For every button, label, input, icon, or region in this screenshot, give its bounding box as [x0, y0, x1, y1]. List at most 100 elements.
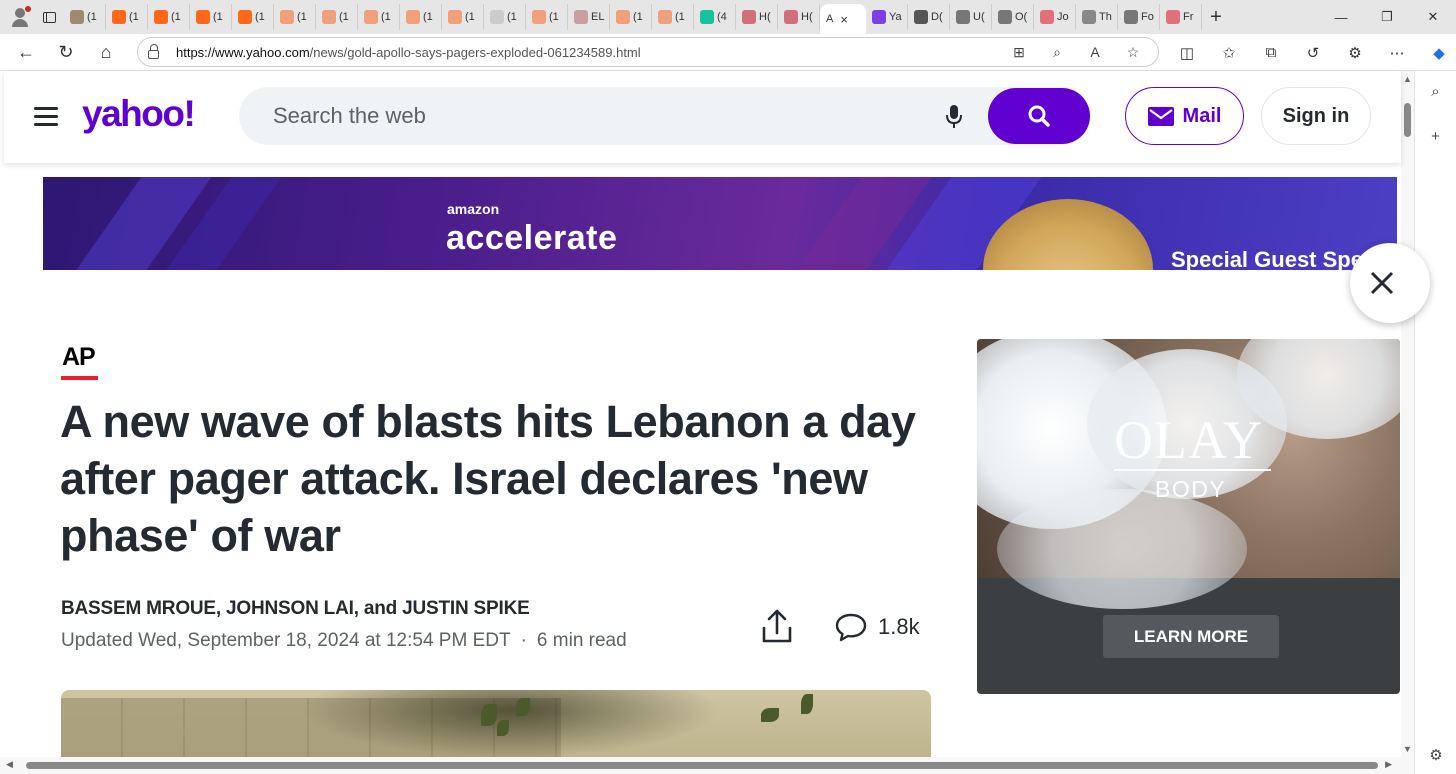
browser-tab[interactable]: (1: [442, 4, 484, 30]
substack-icon: [616, 10, 630, 24]
browser-tab[interactable]: (1: [148, 4, 190, 30]
url-text[interactable]: https://www.yahoo.com/news/gold-apollo-s…: [176, 45, 1002, 60]
yahoo-logo[interactable]: yahoo!: [82, 93, 196, 135]
browser-tab[interactable]: O(: [992, 4, 1034, 30]
browser-tab[interactable]: (1: [106, 4, 148, 30]
search-button[interactable]: [988, 88, 1090, 144]
copilot-icon[interactable]: ◆: [1418, 44, 1456, 62]
browser-tab-label: (1: [381, 11, 391, 23]
browser-tab[interactable]: (1: [274, 4, 316, 30]
home-icon[interactable]: ⌂: [86, 36, 126, 68]
browser-tab[interactable]: EL: [568, 4, 610, 30]
app-available-icon[interactable]: ⊞: [1002, 44, 1036, 61]
lock-icon[interactable]: [138, 43, 168, 59]
browser-tab[interactable]: Th: [1076, 4, 1118, 30]
browser-tab[interactable]: (1: [484, 4, 526, 30]
browser-tab-label: Fo: [1141, 11, 1154, 23]
vertical-scroll-thumb[interactable]: [1404, 103, 1411, 137]
history-icon[interactable]: ↺: [1292, 44, 1334, 62]
browser-tab[interactable]: (1: [526, 4, 568, 30]
browser-tab[interactable]: (1: [316, 4, 358, 30]
article-hero-image[interactable]: [61, 690, 931, 757]
comments-button[interactable]: 1.8k: [834, 608, 920, 646]
substack-icon: [238, 10, 252, 24]
horizontal-scrollbar[interactable]: ◀ ▶: [0, 757, 1414, 774]
hamburger-menu-icon[interactable]: [34, 107, 58, 127]
close-window-icon[interactable]: ✕: [1410, 0, 1456, 34]
substack-icon: [112, 10, 126, 24]
browser-tab[interactable]: D(: [908, 4, 950, 30]
share-icon[interactable]: [758, 608, 796, 646]
favorites-icon[interactable]: ✩: [1208, 44, 1250, 62]
browser-tab-label: Ya: [889, 11, 902, 23]
scroll-left-icon[interactable]: ◀: [6, 759, 13, 770]
scroll-right-icon[interactable]: ▶: [1385, 759, 1392, 770]
tab-actions-icon[interactable]: [34, 0, 64, 34]
browser-toolbar: ← ↻ ⌂ https://www.yahoo.com/news/gold-ap…: [0, 34, 1456, 71]
url-host: https://www.yahoo.com: [176, 44, 310, 60]
browser-tab[interactable]: (1: [652, 4, 694, 30]
article-read-time: 6 min read: [536, 630, 627, 651]
address-bar[interactable]: https://www.yahoo.com/news/gold-apollo-s…: [137, 37, 1159, 67]
browser-tab[interactable]: U(: [950, 4, 992, 30]
browser-tab-label: (1: [633, 11, 643, 23]
olay-logo-rule: [1114, 469, 1271, 471]
browser-tab-label: (1: [297, 11, 307, 23]
search-input[interactable]: [273, 101, 923, 131]
browser-tab[interactable]: Fr: [1160, 4, 1202, 30]
browser-tab[interactable]: H(: [778, 4, 820, 30]
comment-count: 1.8k: [878, 614, 920, 639]
split-screen-icon[interactable]: ◫: [1166, 44, 1208, 62]
profile-avatar-icon[interactable]: [0, 0, 34, 34]
article-headline: A new wave of blasts hits Lebanon a day …: [60, 396, 916, 561]
browser-tab[interactable]: (1: [64, 4, 106, 30]
browser-tab-label: U(: [973, 11, 985, 23]
browser-tab[interactable]: (1: [190, 4, 232, 30]
search-icon: [490, 10, 504, 24]
browser-tab[interactable]: Jo: [1034, 4, 1076, 30]
horizontal-scroll-thumb[interactable]: [26, 762, 1378, 769]
back-icon[interactable]: ←: [6, 36, 46, 68]
read-aloud-icon[interactable]: A: [1078, 44, 1112, 61]
close-ad-button[interactable]: [1350, 243, 1430, 323]
browser-tab-label: (1: [213, 11, 223, 23]
collections-icon[interactable]: ⧉: [1250, 44, 1292, 61]
scroll-down-icon[interactable]: ▼: [1403, 744, 1412, 754]
browser-tab[interactable]: Ya: [866, 4, 908, 30]
sidebar-add-icon[interactable]: +: [1415, 128, 1456, 145]
browser-tab[interactable]: (1: [610, 4, 652, 30]
extensions-icon[interactable]: ⚙: [1334, 44, 1376, 62]
more-menu-icon[interactable]: ⋯: [1376, 44, 1418, 62]
browser-tab[interactable]: (1: [358, 4, 400, 30]
sidebar-settings-icon[interactable]: ⚙: [1415, 746, 1456, 764]
browser-tab-label: (1: [549, 11, 559, 23]
restore-icon[interactable]: ❐: [1364, 0, 1410, 34]
browser-tab-strip: (1 (1 (1 (1 (1 (1 (1 (1 (1 (1 (1 (1 EL (1 (1 (4 H(H(A × Ya…: [0, 0, 1456, 34]
browser-tab-label: O(: [1015, 11, 1028, 23]
sign-in-button[interactable]: Sign in: [1261, 87, 1371, 145]
top-banner-ad[interactable]: amazon accelerate Special Guest Spe: [43, 177, 1397, 270]
browser-tab[interactable]: (4: [694, 4, 736, 30]
browser-tab[interactable]: (1: [232, 4, 274, 30]
browser-tab[interactable]: H(: [736, 4, 778, 30]
ap-source-logo[interactable]: AP: [62, 343, 96, 372]
zoom-icon[interactable]: ⌕: [1040, 44, 1074, 61]
side-ad[interactable]: OLAY BODY LEARN MORE: [977, 339, 1400, 694]
browser-tab[interactable]: (1: [400, 4, 442, 30]
browser-tab-active[interactable]: A ×: [820, 4, 866, 34]
new-tab-button[interactable]: +: [1202, 3, 1230, 31]
browser-sidebar: ⌕ + ⚙: [1414, 71, 1456, 774]
podcast-icon: [742, 10, 756, 24]
favorite-star-icon[interactable]: ☆: [1116, 44, 1150, 61]
refresh-icon[interactable]: ↻: [46, 36, 86, 68]
minimize-icon[interactable]: —: [1318, 0, 1364, 34]
mail-button[interactable]: Mail: [1125, 87, 1244, 145]
vertical-scrollbar[interactable]: ▲ ▼: [1401, 71, 1414, 757]
microphone-icon[interactable]: [944, 104, 964, 130]
scroll-up-icon[interactable]: ▲: [1403, 74, 1412, 84]
close-tab-icon[interactable]: ×: [840, 12, 848, 27]
browser-tab[interactable]: Fo: [1118, 4, 1160, 30]
sidebar-search-icon[interactable]: ⌕: [1415, 83, 1456, 100]
browser-tabs: (1 (1 (1 (1 (1 (1 (1 (1 (1 (1 (1 (1 EL (1 (1 (4 H(H(A × Ya…: [64, 0, 1202, 34]
learn-more-button[interactable]: LEARN MORE: [1103, 615, 1279, 658]
